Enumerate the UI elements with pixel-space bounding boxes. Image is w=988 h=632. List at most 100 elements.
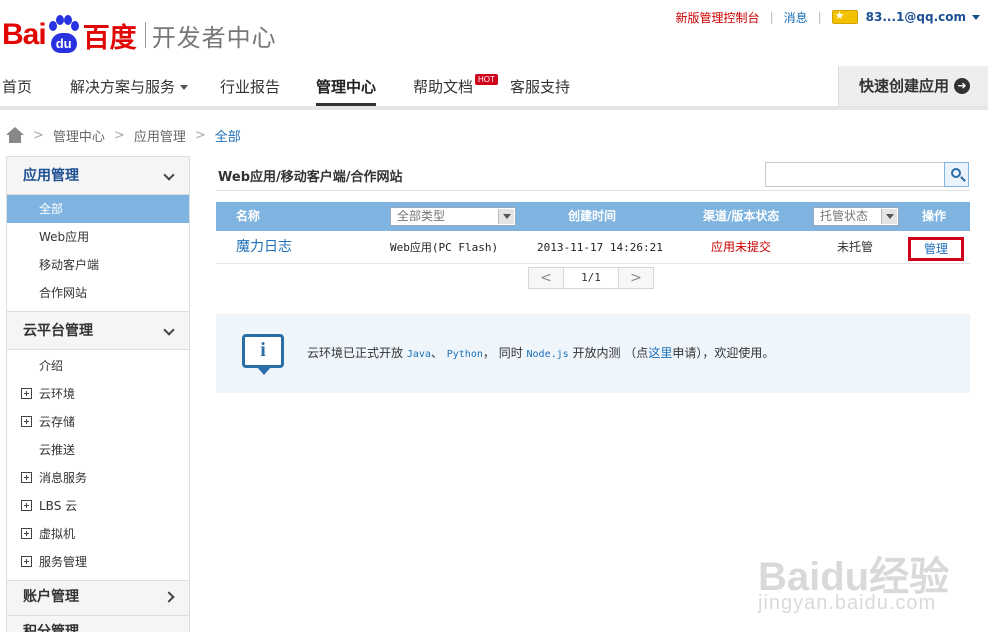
sidebar: 应用管理 全部 Web应用 移动客户端 合作网站 云平台管理 介绍 云环境 云存…	[6, 156, 190, 632]
breadcrumb-separator: >	[33, 127, 44, 143]
sidebar-item-intro[interactable]: 介绍	[7, 352, 189, 380]
sidebar-item-partner-site[interactable]: 合作网站	[7, 279, 189, 307]
table-header: 名称 全部类型 创建时间 渠道/版本状态 托管状态 操作	[216, 202, 970, 231]
search-button[interactable]	[944, 162, 969, 187]
baidu-paw-icon: du	[47, 15, 81, 55]
nav-item-solutions[interactable]: 解决方案与服务	[70, 66, 189, 106]
sidebar-section-label: 云平台管理	[23, 323, 93, 339]
watermark-url: jingyan.baidu.com	[758, 592, 937, 614]
app-status: 应用未提交	[711, 240, 772, 254]
type-filter-select[interactable]: 全部类型	[390, 207, 516, 226]
expand-plus-icon[interactable]	[21, 528, 32, 539]
sidebar-item-cloud-env[interactable]: 云环境	[7, 380, 189, 408]
sidebar-item-cloud-storage[interactable]: 云存储	[7, 408, 189, 436]
prev-page-button[interactable]: <	[528, 267, 564, 289]
sidebar-item-virtual-machine[interactable]: 虚拟机	[7, 520, 189, 548]
chevron-down-icon	[180, 85, 189, 90]
next-page-button[interactable]: >	[618, 267, 654, 289]
home-icon[interactable]	[6, 127, 24, 143]
info-icon: i	[242, 334, 284, 375]
sidebar-item-message-service[interactable]: 消息服务	[7, 464, 189, 492]
logo-subtitle: 开发者中心	[151, 23, 277, 52]
arrow-right-circle-icon: ➜	[954, 78, 970, 94]
notice-java: Java	[406, 349, 431, 360]
logo-bai-text: Bai	[2, 18, 47, 51]
search-input[interactable]	[766, 163, 942, 186]
app-hosting-status: 未托管	[837, 240, 874, 254]
app-created-time: 2013-11-17 14:26:21	[537, 241, 663, 254]
notice-nodejs: Node.js	[526, 349, 569, 360]
sidebar-item-label: 云环境	[39, 387, 76, 401]
sidebar-app-group: 全部 Web应用 移动客户端 合作网站	[7, 195, 189, 312]
sidebar-section-cloud-platform[interactable]: 云平台管理	[7, 312, 189, 350]
logo-divider	[144, 22, 146, 48]
quick-create-label: 快速创建应用	[859, 77, 950, 95]
chevron-down-icon	[163, 324, 175, 336]
main-nav: 首页 解决方案与服务 行业报告 管理中心 帮助文档 HOT 客服支持 快速创建应…	[0, 66, 988, 110]
expand-plus-icon[interactable]	[21, 500, 32, 511]
column-header-name: 名称	[236, 209, 261, 223]
caret-down-icon	[972, 15, 980, 20]
sidebar-section-label: 应用管理	[23, 168, 79, 184]
divider: |	[769, 10, 774, 24]
breadcrumb: > 管理中心 > 应用管理 > 全部	[6, 124, 241, 146]
sidebar-section-points[interactable]: 积分管理	[7, 616, 189, 632]
sidebar-cloud-group: 介绍 云环境 云存储 云推送 消息服务 LBS 云 虚拟机 服务管理	[7, 350, 189, 581]
sidebar-item-label: 消息服务	[39, 471, 88, 485]
divider	[216, 190, 970, 191]
logo-du-text: du	[50, 33, 77, 53]
expand-plus-icon[interactable]	[21, 388, 32, 399]
new-console-link[interactable]: 新版管理控制台	[676, 9, 760, 26]
page-title: Web应用/移动客户端/合作网站	[218, 170, 403, 185]
points-coin-icon[interactable]	[831, 9, 858, 24]
sidebar-item-mobile-client[interactable]: 移动客户端	[7, 251, 189, 279]
notice-banner: i 云环境已正式开放 Java、 Python， 同时 Node.js 开放内测…	[216, 314, 970, 393]
notice-text-part: 申请），欢迎使用。	[672, 346, 775, 360]
notice-text: 云环境已正式开放 Java、 Python， 同时 Node.js 开放内测 （…	[307, 344, 774, 361]
apply-here-link[interactable]: 这里	[648, 346, 672, 360]
sidebar-section-app-management[interactable]: 应用管理	[7, 157, 189, 195]
sidebar-item-label: 云存储	[39, 415, 76, 429]
sidebar-section-account[interactable]: 账户管理	[7, 581, 189, 616]
nav-item-home[interactable]: 首页	[2, 66, 32, 106]
baidu-developer-logo[interactable]: Bai du 百度 开发者中心	[2, 12, 277, 58]
expand-plus-icon[interactable]	[21, 416, 32, 427]
quick-create-app-button[interactable]: 快速创建应用 ➜	[838, 66, 988, 106]
column-header-status: 渠道/版本状态	[703, 209, 780, 223]
search-box	[765, 162, 969, 187]
sidebar-item-service-management[interactable]: 服务管理	[7, 548, 189, 576]
header: Bai du 百度 开发者中心 新版管理控制台 | 消息 | 83...1@qq…	[0, 0, 988, 66]
column-header-action: 操作	[922, 209, 947, 223]
hosting-filter-select[interactable]: 托管状态	[813, 207, 899, 226]
messages-link[interactable]: 消息	[784, 9, 808, 26]
nav-item-management[interactable]: 管理中心	[316, 66, 377, 106]
sidebar-item-label: 服务管理	[39, 555, 88, 569]
nav-item-docs[interactable]: 帮助文档	[413, 66, 473, 106]
app-table: 名称 全部类型 创建时间 渠道/版本状态 托管状态 操作 魔力日志 Web应用(…	[216, 202, 970, 264]
baidu-jingyan-watermark: Baidu经验 jingyan.baidu.com	[758, 530, 978, 630]
app-name-link[interactable]: 魔力日志	[236, 231, 292, 264]
chevron-right-icon	[163, 591, 175, 603]
sidebar-item-lbs-cloud[interactable]: LBS 云	[7, 492, 189, 520]
breadcrumb-app-management[interactable]: 应用管理	[134, 126, 186, 145]
sidebar-item-web-app[interactable]: Web应用	[7, 223, 189, 251]
hot-badge: HOT	[475, 74, 498, 85]
breadcrumb-separator: >	[113, 127, 125, 143]
nav-item-reports[interactable]: 行业报告	[220, 66, 280, 106]
expand-plus-icon[interactable]	[21, 556, 32, 567]
breadcrumb-current: 全部	[214, 129, 241, 145]
sidebar-item-all[interactable]: 全部	[7, 195, 189, 223]
breadcrumb-separator: >	[194, 127, 206, 143]
divider: |	[817, 10, 822, 24]
nav-item-support[interactable]: 客服支持	[510, 66, 570, 106]
sidebar-item-cloud-push[interactable]: 云推送	[7, 436, 189, 464]
hosting-filter-value: 托管状态	[820, 209, 869, 223]
chevron-down-icon	[498, 209, 514, 224]
notice-python: Python	[446, 349, 483, 360]
user-account-menu[interactable]: 83...1@qq.com	[866, 10, 980, 24]
manage-button[interactable]: 管理	[908, 237, 964, 261]
chevron-down-icon	[881, 209, 897, 224]
expand-plus-icon[interactable]	[21, 472, 32, 483]
notice-text-part: 开放内测 （点	[568, 346, 649, 360]
breadcrumb-management[interactable]: 管理中心	[53, 126, 105, 145]
